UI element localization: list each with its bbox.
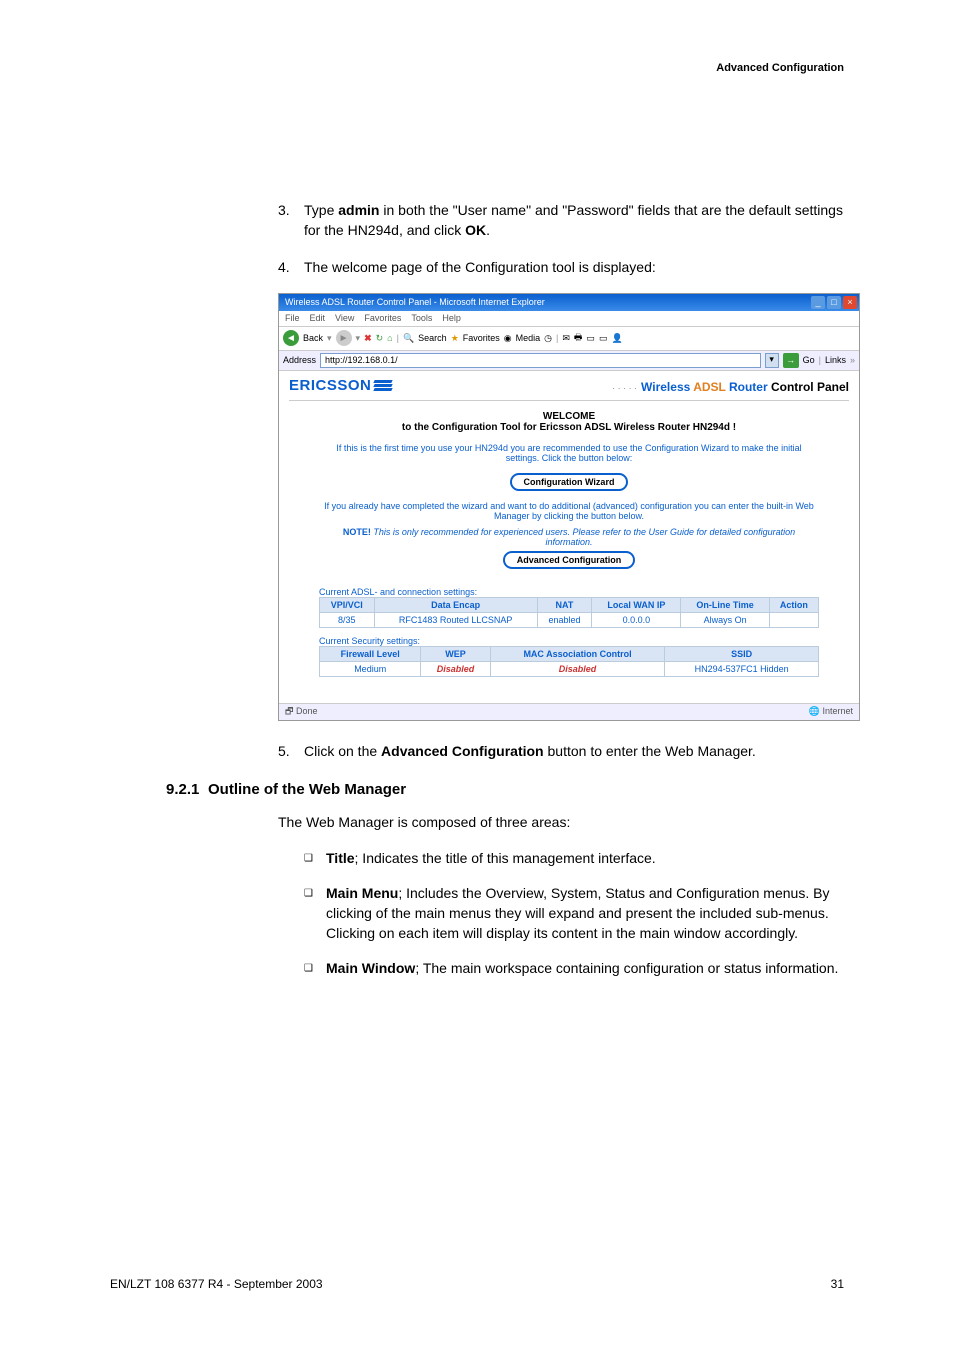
advanced-note: NOTE! This is only recommended for exper… bbox=[319, 527, 819, 547]
section-title: Outline of the Web Manager bbox=[208, 781, 406, 798]
welcome-subheading: to the Configuration Tool for Ericsson A… bbox=[319, 422, 819, 433]
menu-edit[interactable]: Edit bbox=[310, 313, 326, 323]
address-bar: Address http://192.168.0.1/ ▾ → Go | Lin… bbox=[279, 351, 859, 371]
favorites-icon[interactable]: ★ bbox=[451, 333, 459, 344]
home-icon[interactable]: ⌂ bbox=[387, 333, 392, 343]
address-label: Address bbox=[283, 355, 316, 365]
stop-icon[interactable]: ✖ bbox=[364, 333, 372, 344]
th-encap: Data Encap bbox=[374, 597, 537, 612]
ericsson-logo: ERICSSON bbox=[289, 377, 392, 394]
page-footer: EN/LZT 108 6377 R4 - September 2003 31 bbox=[110, 1277, 844, 1291]
search-label[interactable]: Search bbox=[418, 333, 447, 343]
th-vpivci: VPI/VCI bbox=[320, 597, 375, 612]
th-firewall: Firewall Level bbox=[320, 646, 421, 661]
mail-icon[interactable]: ✉ bbox=[562, 333, 570, 344]
th-nat: NAT bbox=[537, 597, 592, 612]
step-number: 5. bbox=[278, 741, 304, 761]
bullet-icon: ❑ bbox=[304, 848, 326, 868]
browser-menubar: File Edit View Favorites Tools Help bbox=[279, 311, 859, 327]
welcome-heading: WELCOME bbox=[319, 411, 819, 422]
th-action: Action bbox=[769, 597, 818, 612]
bullet-text: Main Menu; Includes the Overview, System… bbox=[326, 883, 844, 944]
section-intro: The Web Manager is composed of three are… bbox=[278, 812, 844, 832]
step-4: 4. The welcome page of the Configuration… bbox=[278, 257, 844, 277]
discuss-icon[interactable]: ▭ bbox=[599, 333, 608, 344]
menu-file[interactable]: File bbox=[285, 313, 300, 323]
browser-toolbar: ◄ Back ▾ ► ▾ ✖ ↻ ⌂ | 🔍 Search ★ Favorite… bbox=[279, 327, 859, 351]
th-wanip: Local WAN IP bbox=[592, 597, 681, 612]
maximize-icon[interactable]: □ bbox=[827, 296, 841, 309]
address-dropdown-icon[interactable]: ▾ bbox=[765, 353, 779, 368]
refresh-icon[interactable]: ↻ bbox=[376, 333, 384, 344]
go-label[interactable]: Go bbox=[803, 355, 815, 365]
section-heading: 9.2.1 Outline of the Web Manager bbox=[278, 781, 844, 798]
wizard-intro: If this is the first time you use your H… bbox=[319, 443, 819, 463]
welcome-panel: WELCOME to the Configuration Tool for Er… bbox=[289, 400, 849, 693]
page-content: 3. Type admin in both the "User name" an… bbox=[0, 0, 954, 978]
adsl-settings-table: VPI/VCI Data Encap NAT Local WAN IP On-L… bbox=[319, 597, 819, 628]
control-panel-title: · · · · · Wireless ADSL Router Control P… bbox=[612, 378, 849, 394]
page-header: Advanced Configuration bbox=[716, 62, 844, 74]
step-text: Click on the Advanced Configuration butt… bbox=[304, 741, 844, 761]
step-text: The welcome page of the Configuration to… bbox=[304, 257, 844, 277]
bullet-icon: ❑ bbox=[304, 883, 326, 944]
window-title: Wireless ADSL Router Control Panel - Mic… bbox=[281, 297, 545, 307]
step-text: Type admin in both the "User name" and "… bbox=[304, 200, 844, 241]
th-mac: MAC Association Control bbox=[490, 646, 665, 661]
search-icon[interactable]: 🔍 bbox=[403, 333, 414, 344]
step-number: 3. bbox=[278, 200, 304, 241]
table-row: Medium Disabled Disabled HN294-537FC1 Hi… bbox=[320, 661, 819, 676]
menu-favorites[interactable]: Favorites bbox=[364, 313, 401, 323]
media-icon[interactable]: ◉ bbox=[504, 333, 512, 344]
footer-left: EN/LZT 108 6377 R4 - September 2003 bbox=[110, 1277, 323, 1291]
step-number: 4. bbox=[278, 257, 304, 277]
bullet-text: Title; Indicates the title of this manag… bbox=[326, 848, 844, 868]
table-row: 8/35 RFC1483 Routed LLCSNAP enabled 0.0.… bbox=[320, 612, 819, 627]
go-button[interactable]: → bbox=[783, 353, 799, 368]
adsl-settings-caption: Current ADSL- and connection settings: bbox=[319, 587, 819, 597]
back-label[interactable]: Back bbox=[303, 333, 323, 343]
security-settings-caption: Current Security settings: bbox=[319, 636, 819, 646]
bullet-main-window: ❑ Main Window; The main workspace contai… bbox=[304, 958, 844, 978]
media-label[interactable]: Media bbox=[516, 333, 541, 343]
th-ssid: SSID bbox=[665, 646, 819, 661]
back-icon[interactable]: ◄ bbox=[283, 330, 299, 346]
router-page: ERICSSON · · · · · Wireless ADSL Router … bbox=[279, 371, 859, 703]
step-5: 5. Click on the Advanced Configuration b… bbox=[278, 741, 844, 761]
links-label[interactable]: Links bbox=[825, 355, 846, 365]
close-icon[interactable]: × bbox=[843, 296, 857, 309]
minimize-icon[interactable]: _ bbox=[811, 296, 825, 309]
menu-view[interactable]: View bbox=[335, 313, 354, 323]
window-titlebar: Wireless ADSL Router Control Panel - Mic… bbox=[279, 294, 859, 311]
advanced-configuration-button[interactable]: Advanced Configuration bbox=[503, 551, 636, 569]
bullet-main-menu: ❑ Main Menu; Includes the Overview, Syst… bbox=[304, 883, 844, 944]
menu-help[interactable]: Help bbox=[442, 313, 461, 323]
browser-screenshot: Wireless ADSL Router Control Panel - Mic… bbox=[278, 293, 860, 721]
bullet-text: Main Window; The main workspace containi… bbox=[326, 958, 844, 978]
history-icon[interactable]: ◷ bbox=[544, 333, 552, 344]
section-number: 9.2.1 bbox=[98, 781, 208, 798]
forward-icon[interactable]: ► bbox=[336, 330, 352, 346]
messenger-icon[interactable]: 👤 bbox=[611, 333, 622, 344]
status-zone: 🌐 Internet bbox=[809, 706, 853, 717]
print-icon[interactable]: 🖶 bbox=[574, 330, 583, 346]
security-settings-table: Firewall Level WEP MAC Association Contr… bbox=[319, 646, 819, 677]
edit-icon[interactable]: ▭ bbox=[586, 333, 595, 344]
bullet-title: ❑ Title; Indicates the title of this man… bbox=[304, 848, 844, 868]
favorites-label[interactable]: Favorites bbox=[463, 333, 500, 343]
status-done: 🗗 Done bbox=[285, 704, 317, 720]
th-online: On-Line Time bbox=[681, 597, 769, 612]
footer-page-number: 31 bbox=[831, 1277, 844, 1291]
address-field[interactable]: http://192.168.0.1/ bbox=[320, 353, 761, 368]
configuration-wizard-button[interactable]: Configuration Wizard bbox=[510, 473, 629, 491]
advanced-intro: If you already have completed the wizard… bbox=[319, 501, 819, 521]
menu-tools[interactable]: Tools bbox=[411, 313, 432, 323]
bullet-icon: ❑ bbox=[304, 958, 326, 978]
browser-statusbar: 🗗 Done 🌐 Internet bbox=[279, 703, 859, 720]
step-3: 3. Type admin in both the "User name" an… bbox=[278, 200, 844, 241]
th-wep: WEP bbox=[421, 646, 490, 661]
